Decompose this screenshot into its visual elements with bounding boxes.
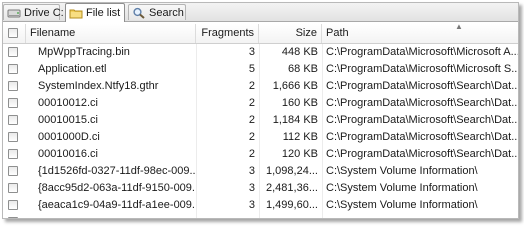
file-table: Filename Fragments Size Path ▲ MpWppTrac… (3, 22, 518, 218)
fragments-cell: 3 (248, 199, 255, 211)
filename-cell: 00010012.ci (38, 97, 98, 109)
filename-cell: SystemIndex.Ntfy18.gthr (38, 80, 159, 92)
row-checkbox[interactable] (8, 115, 18, 125)
path-cell: C:\System Volume Information\ (326, 165, 478, 177)
table-row[interactable]: 0001000D.ci 2 112 KB C:\ProgramData\Micr… (3, 129, 518, 146)
size-cell: 112 KB (282, 131, 318, 143)
table-row[interactable]: {8acc95d2-063a-11df-9150-009... 3 2,481,… (3, 180, 518, 197)
column-header-path[interactable]: Path ▲ (322, 24, 518, 43)
tab-drive-c[interactable]: Drive C: (3, 4, 64, 20)
fragments-cell: 5 (248, 63, 255, 75)
table-header: Filename Fragments Size Path ▲ (3, 24, 518, 44)
path-cell: C:\System Volume Information\ (326, 182, 478, 194)
tab-search-label: Search (149, 6, 184, 19)
filename-cell: 00010016.ci (38, 148, 98, 160)
table-row[interactable]: {aeaca1c9-04a9-11df-a1ee-009... 3 1,499,… (3, 197, 518, 214)
row-checkbox[interactable] (8, 183, 18, 193)
path-cell: C:\ProgramData\Microsoft\Search\Dat... (326, 148, 518, 160)
table-row[interactable]: SystemIndex.Ntfy18.gthr 2 1,666 KB C:\Pr… (3, 78, 518, 95)
path-cell: C:\ProgramData\Microsoft\Search\Dat... (326, 114, 518, 126)
size-cell: 1,499,60... (266, 199, 318, 211)
table-row-partial (3, 214, 518, 218)
table-row[interactable]: 00010016.ci 2 120 KB C:\ProgramData\Micr… (3, 146, 518, 163)
filename-cell: {8acc95d2-063a-11df-9150-009... (38, 182, 196, 194)
column-header-fragments[interactable]: Fragments (196, 24, 259, 43)
tab-bar: Drive C: File list Search (3, 3, 518, 22)
row-checkbox[interactable] (8, 81, 18, 91)
path-cell: C:\ProgramData\Microsoft\Search\Dat... (326, 80, 518, 92)
size-cell: 448 KB (281, 46, 318, 58)
size-cell: 2,481,36... (266, 182, 318, 194)
size-cell: 1,098,24... (266, 165, 318, 177)
table-row[interactable]: MpWppTracing.bin 3 448 KB C:\ProgramData… (3, 44, 518, 61)
row-checkbox[interactable] (8, 200, 18, 210)
tab-file-list[interactable]: File list (65, 3, 125, 22)
filename-cell: {aeaca1c9-04a9-11df-a1ee-009... (38, 199, 196, 211)
size-cell: 1,184 KB (272, 114, 318, 126)
column-header-size[interactable]: Size (259, 24, 322, 43)
row-checkbox[interactable] (8, 166, 18, 176)
row-checkbox[interactable] (8, 132, 18, 142)
table-row[interactable]: 00010012.ci 2 160 KB C:\ProgramData\Micr… (3, 95, 518, 112)
filename-cell: 00010015.ci (38, 114, 98, 126)
row-checkbox[interactable] (8, 47, 18, 57)
filename-cell: MpWppTracing.bin (38, 46, 130, 58)
fragments-cell: 2 (248, 131, 255, 143)
column-header-path-label: Path (326, 27, 349, 39)
path-cell: C:\ProgramData\Microsoft\Microsoft A... (326, 46, 518, 58)
row-checkbox[interactable] (8, 149, 18, 159)
path-cell: C:\System Volume Information\ (326, 199, 478, 211)
filename-cell: {1d1526fd-0327-11df-98ec-009... (38, 165, 196, 177)
fragments-cell: 3 (248, 46, 255, 58)
table-body: MpWppTracing.bin 3 448 KB C:\ProgramData… (3, 44, 518, 218)
search-icon (132, 7, 146, 19)
filename-cell: Application.etl (38, 63, 107, 75)
drive-icon (7, 7, 21, 19)
size-cell: 68 KB (288, 63, 318, 75)
file-list-window: Drive C: File list Search Filename Fragm… (2, 2, 519, 219)
row-checkbox[interactable] (8, 98, 18, 108)
path-cell: C:\ProgramData\Microsoft\Search\Dat... (326, 97, 518, 109)
size-cell: 160 KB (281, 97, 318, 109)
tab-file-list-label: File list (86, 7, 121, 19)
row-checkbox[interactable] (8, 64, 18, 74)
fragments-cell: 2 (248, 148, 255, 160)
sort-ascending-icon: ▲ (455, 24, 463, 31)
tab-search[interactable]: Search (128, 4, 186, 20)
checkbox-column-header (3, 24, 26, 43)
table-row[interactable]: 00010015.ci 2 1,184 KB C:\ProgramData\Mi… (3, 112, 518, 129)
size-cell: 120 KB (281, 148, 318, 160)
path-cell: C:\ProgramData\Microsoft\Microsoft S... (326, 63, 518, 75)
table-row[interactable]: {1d1526fd-0327-11df-98ec-009... 3 1,098,… (3, 163, 518, 180)
tab-drive-c-label: Drive C: (24, 6, 64, 19)
fragments-cell: 2 (248, 97, 255, 109)
folder-icon (69, 7, 83, 19)
fragments-cell: 2 (248, 80, 255, 92)
row-checkbox[interactable] (8, 217, 18, 218)
fragments-cell: 3 (248, 165, 255, 177)
table-row[interactable]: Application.etl 5 68 KB C:\ProgramData\M… (3, 61, 518, 78)
fragments-cell: 2 (248, 114, 255, 126)
filename-cell: 0001000D.ci (38, 131, 100, 143)
path-cell: C:\ProgramData\Microsoft\Search\Dat... (326, 131, 518, 143)
fragments-cell: 3 (248, 182, 255, 194)
column-header-filename[interactable]: Filename (26, 24, 196, 43)
size-cell: 1,666 KB (272, 80, 318, 92)
